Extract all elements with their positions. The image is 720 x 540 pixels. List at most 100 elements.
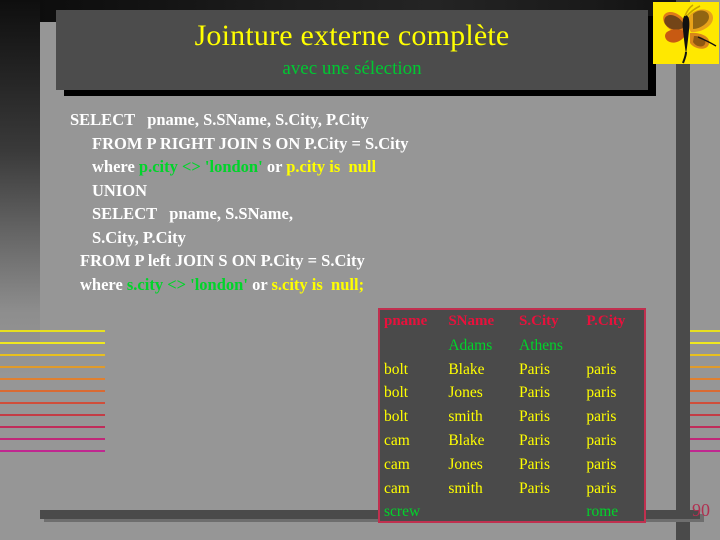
decorative-rule (0, 378, 105, 380)
sql-token: or (247, 274, 272, 294)
sql-line: UNION (70, 179, 540, 203)
page-subtitle: avec une sélection (282, 58, 422, 79)
table-cell: paris (586, 408, 617, 426)
sql-token: FROM P RIGHT JOIN S ON P.City = S.City (92, 133, 409, 153)
sql-line: FROM P RIGHT JOIN S ON P.City = S.City (70, 132, 540, 156)
sql-line: SELECT pname, S.SName, S.City, P.City (70, 108, 540, 132)
sql-line: where s.city <> 'london' or s.city is nu… (70, 273, 540, 297)
right-dark-strip (676, 0, 690, 540)
table-cell: paris (586, 455, 617, 473)
decorative-rule (0, 438, 105, 440)
table-cell: Paris (519, 431, 551, 449)
table-row: cam smith Paris paris (380, 477, 644, 501)
decorative-rule (0, 330, 105, 332)
table-cell: Paris (519, 479, 551, 497)
decorative-rule (0, 450, 105, 452)
column-header-pname: pname (384, 313, 428, 329)
decorative-rule (690, 342, 720, 344)
table-row: screw rome (380, 500, 644, 524)
sql-line: FROM P left JOIN S ON P.City = S.City (70, 249, 540, 273)
table-row: bolt Jones Paris paris (380, 381, 644, 405)
table-cell: Jones (448, 455, 483, 473)
decorative-rules-right (690, 330, 720, 460)
column-header-pcity: P.City (586, 313, 626, 329)
table-cell: cam (384, 431, 410, 449)
decorative-rule (690, 354, 720, 356)
table-cell: Blake (448, 360, 485, 378)
decorative-rule (0, 366, 105, 368)
sql-line: SELECT pname, S.SName, (70, 202, 540, 226)
table-row: cam Jones Paris paris (380, 453, 644, 477)
decorative-rule (690, 450, 720, 452)
table-cell: paris (586, 360, 617, 378)
table-cell: cam (384, 455, 410, 473)
sql-token: p.city <> 'london' (138, 157, 263, 176)
table-header-row: pname SName S.City P.City (380, 310, 644, 334)
table-cell: rome (586, 503, 619, 521)
decorative-rule (690, 426, 720, 428)
decorative-rule (0, 342, 105, 344)
sql-token: UNION (92, 180, 148, 200)
sql-query-text: SELECT pname, S.SName, S.City, P.City FRO… (70, 108, 540, 296)
sql-line: where p.city <> 'london' or p.city is nu… (70, 155, 540, 179)
table-cell: cam (384, 479, 410, 497)
result-table-panel: pname SName S.City P.City Adams Athens bol… (378, 308, 646, 523)
decorative-rule (690, 366, 720, 368)
sql-token: where (92, 157, 139, 176)
sql-token: SELECT pname, S.SName, S.City, P.City (70, 110, 369, 129)
table-row: bolt Blake Paris paris (380, 358, 644, 382)
sql-token: s.city is null; (271, 274, 365, 294)
table-cell: bolt (384, 384, 409, 402)
table-cell (515, 500, 582, 524)
butterfly-icon (653, 2, 719, 64)
table-cell: bolt (384, 408, 409, 426)
decorative-rule (690, 414, 720, 416)
table-cell: Athens (519, 336, 563, 354)
table-row: bolt smith Paris paris (380, 405, 644, 429)
decorative-rule (690, 438, 720, 440)
decorative-rule (0, 390, 105, 392)
title-box: Jointure externe complète avec une sélec… (56, 10, 648, 90)
table-cell: paris (586, 431, 617, 449)
decorative-rules-left (0, 330, 105, 460)
sql-token: SELECT pname, S.SName, (92, 204, 293, 223)
slide-canvas: Jointure externe complète avec une sélec… (0, 0, 720, 540)
table-cell: Paris (519, 455, 551, 473)
sql-token: s.city <> 'london' (126, 274, 248, 294)
table-cell: smith (448, 479, 483, 497)
table-cell (582, 334, 644, 358)
sql-token: or (262, 157, 287, 176)
table-cell (444, 500, 515, 524)
column-header-sname: SName (448, 313, 495, 329)
table-cell: Paris (519, 360, 551, 378)
decorative-rule (0, 414, 105, 416)
sql-token: FROM P left JOIN S ON P.City = S.City (80, 251, 365, 270)
page-title: Jointure externe complète (194, 19, 510, 52)
result-table-body: Adams Athens bolt Blake Paris paris bolt Jones P… (380, 334, 644, 524)
sql-line: S.City, P.City (70, 226, 540, 250)
table-cell: paris (586, 384, 617, 402)
table-row: cam Blake Paris paris (380, 429, 644, 453)
sql-token: S.City, P.City (92, 227, 186, 247)
decorative-rule (0, 426, 105, 428)
table-cell: paris (586, 479, 617, 497)
result-table: pname SName S.City P.City Adams Athens bol… (380, 310, 644, 524)
table-cell: Adams (448, 336, 493, 354)
decorative-rule (690, 402, 720, 404)
table-cell: Paris (519, 408, 551, 426)
table-cell: smith (448, 408, 483, 426)
sql-token: p.city is null (286, 157, 377, 176)
decorative-rule (690, 330, 720, 332)
table-row: Adams Athens (380, 334, 644, 358)
table-cell: Paris (519, 384, 551, 402)
decorative-rule (0, 402, 105, 404)
sql-token: where (80, 274, 127, 294)
table-cell: screw (384, 503, 421, 521)
decorative-rule (690, 390, 720, 392)
decorative-rule (690, 378, 720, 380)
table-cell: Jones (448, 384, 483, 402)
table-cell: Blake (448, 431, 485, 449)
column-header-scity: S.City (519, 313, 559, 329)
decorative-rule (0, 354, 105, 356)
table-cell: bolt (384, 360, 409, 378)
